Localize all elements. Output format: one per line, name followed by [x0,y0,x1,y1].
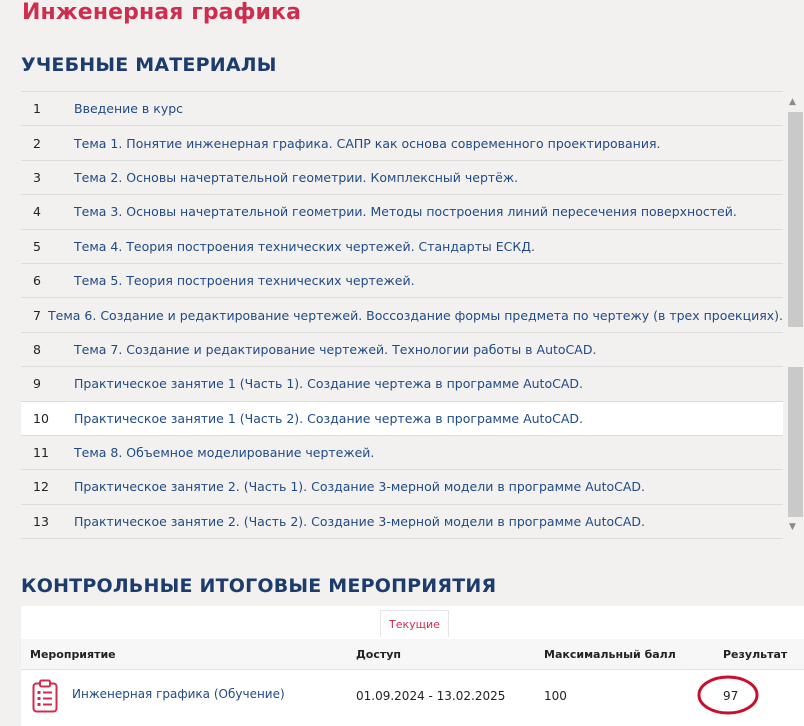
list-item[interactable]: 1 Введение в курс [21,92,783,127]
materials-panel: 1 Введение в курс 2 Тема 1. Понятие инженер… [21,91,804,540]
column-header-max-score: Максимальный балл [544,648,676,661]
column-header-result: Результат [723,648,788,661]
list-item-number: 2 [33,135,41,151]
list-item-number: 3 [33,169,41,185]
event-max-score: 100 [544,689,567,703]
material-link[interactable]: Тема 3. Основы начертательной геометрии.… [74,204,737,219]
material-link[interactable]: Практическое занятие 1 (Часть 1). Создан… [74,376,583,391]
list-item-number: 10 [33,410,49,426]
list-item-number: 6 [33,273,41,289]
list-item[interactable]: 12 Практическое занятие 2. (Часть 1). Соз… [21,470,783,505]
materials-heading: УЧЕБНЫЕ МАТЕРИАЛЫ [21,54,277,76]
list-item-number: 9 [33,376,41,392]
material-link[interactable]: Тема 4. Теория построения технических че… [74,239,535,254]
material-link[interactable]: Введение в курс [74,101,183,116]
list-item[interactable]: 3 Тема 2. Основы начертательной геометрии… [21,161,783,196]
list-item-number: 12 [33,479,49,495]
list-item-number: 4 [33,204,41,220]
material-link[interactable]: Практическое занятие 2. (Часть 2). Созда… [74,514,645,529]
material-link[interactable]: Тема 2. Основы начертательной геометрии.… [74,170,518,185]
clipboard-list-icon [32,679,58,716]
list-item[interactable]: 6 Тема 5. Теория построения технических ч… [21,264,783,299]
materials-list: 1 Введение в курс 2 Тема 1. Понятие инженер… [21,91,783,540]
list-item-number: 13 [33,513,49,529]
page-title: Инженерная графика [22,0,302,25]
scroll-down-arrow-icon[interactable]: ▼ [789,522,796,532]
scrollbar-thumb-secondary[interactable] [788,367,803,517]
scroll-up-arrow-icon[interactable]: ▲ [789,97,796,107]
list-item-number: 7 [33,307,41,323]
list-item[interactable]: 7 Тема 6. Создание и редактирование черте… [21,298,783,333]
materials-scrollbar[interactable]: ▲ ▼ [786,91,804,539]
material-link[interactable]: Тема 1. Понятие инженерная графика. САПР… [74,136,660,151]
list-item-number: 5 [33,238,41,254]
list-item[interactable]: 5 Тема 4. Теория построения технических ч… [21,230,783,264]
material-link[interactable]: Практическое занятие 1 (Часть 2). Создан… [74,411,583,426]
list-item[interactable]: 8 Тема 7. Создание и редактирование черте… [21,333,783,368]
material-link[interactable]: Тема 8. Объемное моделирование чертежей. [74,445,374,460]
list-item[interactable]: 2 Тема 1. Понятие инженерная графика. САП… [21,126,783,161]
list-item-number: 11 [33,445,49,461]
list-item[interactable]: 11 Тема 8. Объемное моделирование чертеже… [21,436,783,471]
scrollbar-thumb[interactable] [788,112,803,327]
list-item[interactable]: 13 Практическое занятие 2. (Часть 2). Соз… [21,505,783,540]
event-link[interactable]: Инженерная графика (Обучение) [72,687,285,701]
column-header-event: Мероприятие [30,648,116,661]
material-link[interactable]: Тема 5. Теория построения технических че… [74,273,415,288]
list-item-number: 8 [33,341,41,357]
material-link[interactable]: Практическое занятие 2. (Часть 1). Созда… [74,479,645,494]
tab-current[interactable]: Текущие [380,610,449,637]
table-row: Инженерная графика (Обучение) 01.09.2024… [21,670,804,726]
list-item[interactable]: 9 Практическое занятие 1 (Часть 1). Созда… [21,367,783,402]
event-access-dates: 01.09.2024 - 13.02.2025 [356,689,506,703]
events-heading: КОНТРОЛЬНЫЕ ИТОГОВЫЕ МЕРОПРИЯТИЯ [21,575,497,597]
result-highlight-oval [697,675,759,715]
column-header-access: Доступ [356,648,402,661]
events-table-header: Мероприятие Доступ Максимальный балл Рез… [21,639,804,670]
list-item[interactable]: 4 Тема 3. Основы начертательной геометрии… [21,195,783,230]
material-link[interactable]: Тема 6. Создание и редактирование чертеж… [48,308,783,323]
list-item[interactable]: 10 Практическое занятие 1 (Часть 2). Созд… [21,401,783,436]
list-item-number: 1 [33,101,41,117]
events-panel: Текущие Мероприятие Доступ Максимальный … [21,606,804,726]
material-link[interactable]: Тема 7. Создание и редактирование чертеж… [74,342,596,357]
